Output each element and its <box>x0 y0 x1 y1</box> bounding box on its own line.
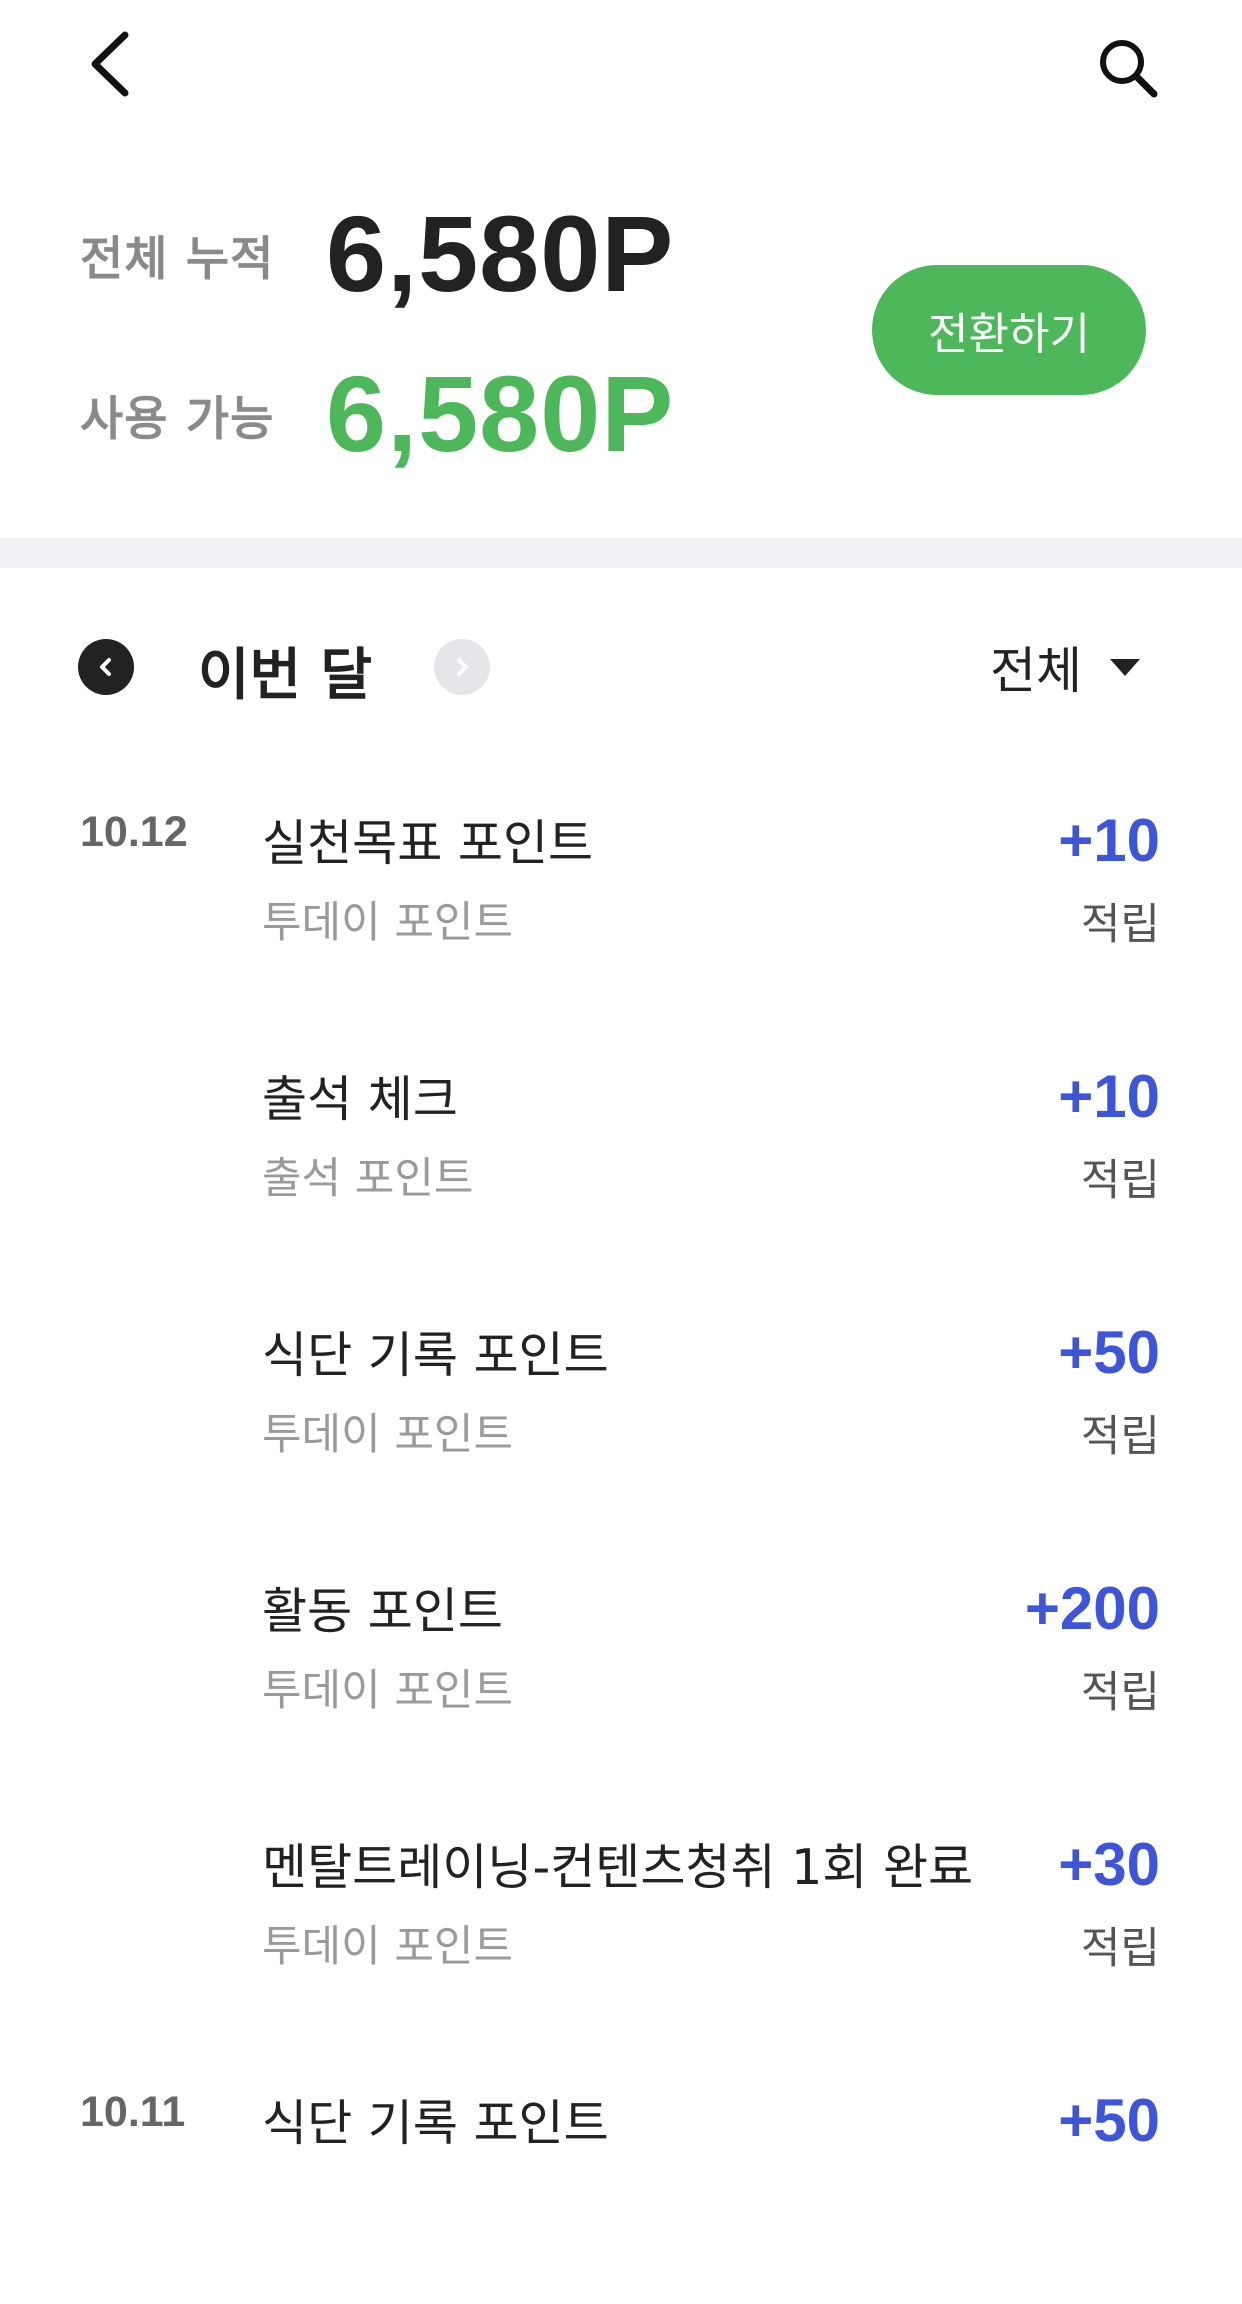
entry-amount: +200 <box>1024 1575 1160 1642</box>
search-button[interactable] <box>1088 28 1168 108</box>
available-points-row: 사용 가능 6,580P <box>80 360 674 468</box>
next-month-button[interactable] <box>434 639 490 695</box>
filter-label: 전체 <box>990 642 1082 700</box>
filter-dropdown[interactable]: 전체 <box>990 634 1140 700</box>
entry-category: 투데이 포인트 <box>262 898 514 948</box>
entry-type: 적립 <box>1080 900 1160 950</box>
section-divider <box>0 538 1242 568</box>
list-item[interactable]: 활동 포인트 투데이 포인트 +200 적립 <box>0 1536 1242 1792</box>
list-item[interactable]: 10.12 실천목표 포인트 투데이 포인트 +10 적립 <box>0 768 1242 1024</box>
entry-amount: +50 <box>1058 1319 1160 1386</box>
search-icon <box>1100 40 1158 98</box>
total-points-value: 6,580P <box>326 193 675 314</box>
entry-amount: +50 <box>1058 2087 1160 2154</box>
entry-title: 실천목표 포인트 <box>262 815 594 872</box>
back-button[interactable] <box>70 24 150 104</box>
chevron-left-icon <box>100 658 111 676</box>
caret-down-icon <box>1110 658 1140 676</box>
list-item[interactable]: 출석 체크 출석 포인트 +10 적립 <box>0 1024 1242 1280</box>
top-nav-bar <box>0 0 1242 130</box>
chevron-right-icon <box>457 658 468 676</box>
chevron-left-icon <box>91 31 129 97</box>
total-points-row: 전체 누적 6,580P <box>80 200 674 308</box>
entry-title: 출석 체크 <box>262 1071 458 1128</box>
month-label: 이번 달 <box>198 643 373 708</box>
total-points-label: 전체 누적 <box>80 231 275 287</box>
list-item[interactable]: 식단 기록 포인트 투데이 포인트 +50 적립 <box>0 1280 1242 1536</box>
entry-type: 적립 <box>1080 1924 1160 1974</box>
entry-category: 투데이 포인트 <box>262 1666 514 1716</box>
convert-button[interactable]: 전환하기 <box>872 265 1146 395</box>
entry-title: 멘탈트레이닝-컨텐츠청취 1회 완료 <box>262 1839 974 1896</box>
available-points-label: 사용 가능 <box>80 391 275 447</box>
entry-category: 투데이 포인트 <box>262 1922 514 1972</box>
previous-month-button[interactable] <box>78 639 134 695</box>
list-item[interactable]: 10.11 식단 기록 포인트 +50 <box>0 2048 1242 2304</box>
entry-title: 식단 기록 포인트 <box>262 2095 609 2152</box>
available-points-value: 6,580P <box>326 353 675 474</box>
entry-date: 10.11 <box>80 2088 186 2136</box>
entry-category: 출석 포인트 <box>262 1154 474 1204</box>
entry-title: 식단 기록 포인트 <box>262 1327 609 1384</box>
entry-amount: +10 <box>1058 807 1160 874</box>
list-item[interactable]: 멘탈트레이닝-컨텐츠청취 1회 완료 투데이 포인트 +30 적립 <box>0 1792 1242 2048</box>
points-history-list: 10.12 실천목표 포인트 투데이 포인트 +10 적립 출석 체크 출석 포… <box>0 768 1242 2304</box>
entry-category: 투데이 포인트 <box>262 1410 514 1460</box>
entry-amount: +10 <box>1058 1063 1160 1130</box>
entry-amount: +30 <box>1058 1831 1160 1898</box>
entry-type: 적립 <box>1080 1412 1160 1462</box>
month-selector: 이번 달 전체 <box>0 568 1242 768</box>
points-summary: 전체 누적 6,580P 사용 가능 6,580P 전환하기 <box>0 130 1242 538</box>
entry-title: 활동 포인트 <box>262 1583 503 1640</box>
entry-date: 10.12 <box>80 808 188 856</box>
entry-type: 적립 <box>1080 1668 1160 1718</box>
entry-type: 적립 <box>1080 1156 1160 1206</box>
